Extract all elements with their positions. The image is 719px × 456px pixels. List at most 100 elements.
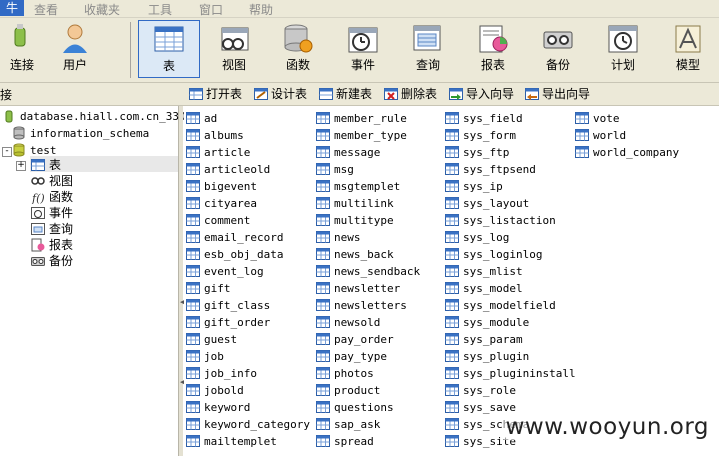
table-item[interactable]: keyword <box>186 399 310 416</box>
table-item[interactable]: cityarea <box>186 195 310 212</box>
table-item[interactable]: member_type <box>316 127 420 144</box>
table-item[interactable]: sys_loginlog <box>445 246 576 263</box>
tree-collapse-test[interactable]: - <box>2 147 12 157</box>
table-item[interactable]: pay_order <box>316 331 420 348</box>
table-item[interactable]: sys_ftpsend <box>445 161 576 178</box>
table-item[interactable]: newsold <box>316 314 420 331</box>
menu-help[interactable]: 帮助 <box>249 1 273 18</box>
table-icon <box>186 350 200 362</box>
tree-item-backups[interactable]: 备份 <box>31 253 73 269</box>
event-button[interactable]: 事件 <box>332 20 394 78</box>
table-icon <box>31 159 45 171</box>
function-button[interactable]: 函数 <box>267 20 329 78</box>
table-item[interactable]: multilink <box>316 195 420 212</box>
table-item[interactable]: albums <box>186 127 310 144</box>
menu-view[interactable]: 查看 <box>34 1 58 18</box>
table-item[interactable]: job <box>186 348 310 365</box>
table-item[interactable]: sys_module <box>445 314 576 331</box>
table-item[interactable]: news_back <box>316 246 420 263</box>
tree-db-information-schema[interactable]: information_schema <box>12 126 149 142</box>
table-item[interactable]: sys_ip <box>445 178 576 195</box>
table-item[interactable]: questions <box>316 399 420 416</box>
table-item[interactable]: photos <box>316 365 420 382</box>
schedule-button[interactable]: 计划 <box>592 20 654 78</box>
table-item[interactable]: mailtemplet <box>186 433 310 450</box>
panel-splitter[interactable] <box>179 106 183 456</box>
table-item[interactable]: product <box>316 382 420 399</box>
table-item[interactable]: sys_field <box>445 110 576 127</box>
table-item[interactable]: comment <box>186 212 310 229</box>
connect-button[interactable]: 连接 <box>0 20 44 78</box>
view-button[interactable]: 视图 <box>203 20 265 78</box>
open-table-button[interactable]: 打开表 <box>189 85 242 103</box>
table-item[interactable]: job_info <box>186 365 310 382</box>
tree-item-reports[interactable]: 报表 <box>31 237 73 253</box>
table-item[interactable]: sys_mlist <box>445 263 576 280</box>
table-item[interactable]: email_record <box>186 229 310 246</box>
table-item[interactable]: article <box>186 144 310 161</box>
table-item-name: articleold <box>204 163 271 176</box>
table-item[interactable]: newsletter <box>316 280 420 297</box>
tree-item-views[interactable]: 视图 <box>31 173 73 189</box>
table-item[interactable]: gift <box>186 280 310 297</box>
report-button[interactable]: 报表 <box>462 20 524 78</box>
table-item[interactable]: sys_log <box>445 229 576 246</box>
menu-file[interactable]: 牛 <box>0 0 25 16</box>
table-item[interactable]: sys_param <box>445 331 576 348</box>
table-button[interactable]: 表 <box>138 20 200 78</box>
table-item[interactable]: event_log <box>186 263 310 280</box>
table-item[interactable]: vote <box>575 110 679 127</box>
menu-favorites[interactable]: 收藏夹 <box>84 1 120 18</box>
model-button[interactable]: 模型 <box>657 20 719 78</box>
table-item[interactable]: sap_ask <box>316 416 420 433</box>
table-item[interactable]: newsletters <box>316 297 420 314</box>
table-item[interactable]: spread <box>316 433 420 450</box>
table-item[interactable]: jobold <box>186 382 310 399</box>
table-item[interactable]: world_company <box>575 144 679 161</box>
table-item[interactable]: guest <box>186 331 310 348</box>
table-item[interactable]: ad <box>186 110 310 127</box>
table-item[interactable]: gift_class <box>186 297 310 314</box>
tree-item-queries[interactable]: 查询 <box>31 221 73 237</box>
query-button[interactable]: 查询 <box>397 20 459 78</box>
menu-window[interactable]: 窗口 <box>199 1 223 18</box>
table-item[interactable]: sys_role <box>445 382 576 399</box>
user-button[interactable]: 用户 <box>44 20 106 78</box>
tree-item-functions[interactable]: f() 函数 <box>31 189 73 205</box>
backup-button[interactable]: 备份 <box>527 20 589 78</box>
table-item[interactable]: sys_model <box>445 280 576 297</box>
import-wizard-button[interactable]: 导入向导 <box>449 85 514 103</box>
table-item[interactable]: msg <box>316 161 420 178</box>
table-item[interactable]: keyword_category <box>186 416 310 433</box>
table-item[interactable]: news <box>316 229 420 246</box>
new-table-button[interactable]: 新建表 <box>319 85 372 103</box>
menu-tools[interactable]: 工具 <box>148 1 172 18</box>
table-item[interactable]: sys_plugin <box>445 348 576 365</box>
export-wizard-button[interactable]: 导出向导 <box>525 85 590 103</box>
table-item[interactable]: news_sendback <box>316 263 420 280</box>
table-item[interactable]: sys_layout <box>445 195 576 212</box>
table-item[interactable]: articleold <box>186 161 310 178</box>
table-item[interactable]: member_rule <box>316 110 420 127</box>
table-item[interactable]: world <box>575 127 679 144</box>
table-item[interactable]: pay_type <box>316 348 420 365</box>
table-item[interactable]: esb_obj_data <box>186 246 310 263</box>
table-item[interactable]: message <box>316 144 420 161</box>
table-item[interactable]: sys_listaction <box>445 212 576 229</box>
table-item[interactable]: multitype <box>316 212 420 229</box>
table-item[interactable]: sys_modelfield <box>445 297 576 314</box>
delete-table-button[interactable]: 删除表 <box>384 85 437 103</box>
table-item[interactable]: gift_order <box>186 314 310 331</box>
tree-item-events[interactable]: 事件 <box>31 205 73 221</box>
tree-item-tables[interactable]: 表 <box>31 157 61 173</box>
tree-expand-tables[interactable]: + <box>16 161 26 171</box>
tree-connection[interactable]: database.hiall.com.cn_3306 <box>2 109 192 125</box>
table-item[interactable]: sys_form <box>445 127 576 144</box>
table-item[interactable]: bigevent <box>186 178 310 195</box>
splitter-grip[interactable]: ◀ ◀ <box>179 298 185 388</box>
table-item[interactable]: msgtemplet <box>316 178 420 195</box>
open-table-label: 打开表 <box>206 87 243 101</box>
design-table-button[interactable]: 设计表 <box>254 85 307 103</box>
table-item[interactable]: sys_plugininstall <box>445 365 576 382</box>
table-item[interactable]: sys_ftp <box>445 144 576 161</box>
